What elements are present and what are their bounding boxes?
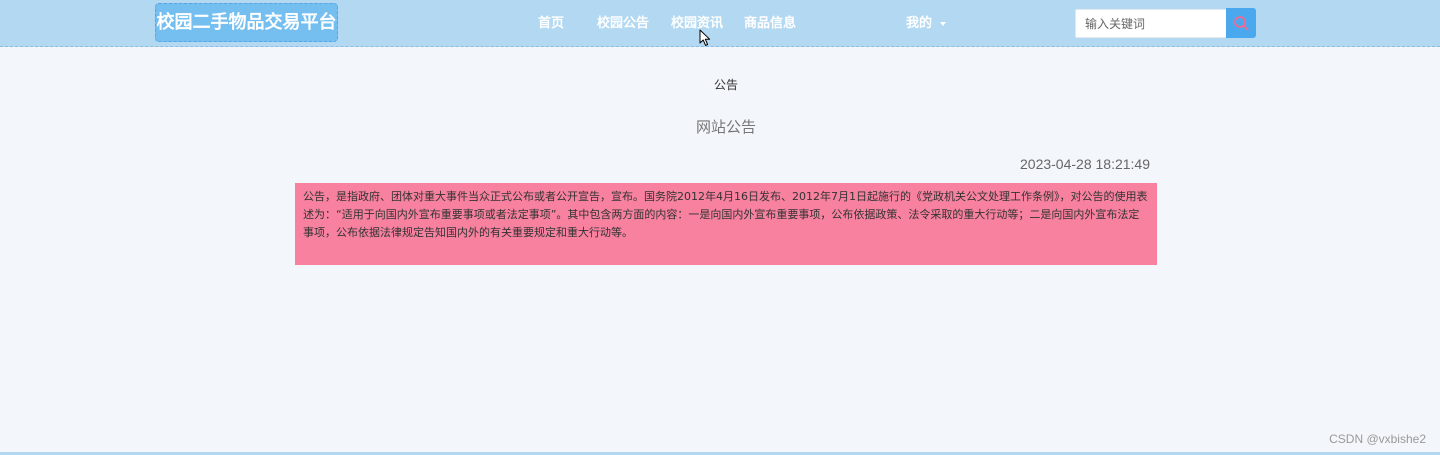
site-logo[interactable]: 校园二手物品交易平台 xyxy=(155,3,338,42)
nav-news[interactable]: 校园资讯 xyxy=(671,14,723,34)
top-navbar: 校园二手物品交易平台 首页 校园公告 校园资讯 商品信息 我的 xyxy=(0,0,1440,47)
mouse-pointer-icon xyxy=(699,29,711,46)
nav-mine-dropdown[interactable]: 我的 xyxy=(906,14,947,34)
nav-home[interactable]: 首页 xyxy=(538,14,564,34)
page-title: 网站公告 xyxy=(695,118,756,136)
page: 校园二手物品交易平台 首页 校园公告 校园资讯 商品信息 我的 公告 网站公告 … xyxy=(0,0,1440,455)
search-button[interactable] xyxy=(1226,8,1256,38)
notice-content: 公告，是指政府、团体对重大事件当众正式公布或者公开宣告，宣布。国务院2012年4… xyxy=(295,183,1157,265)
publish-time: 2023-04-28 18:21:49 xyxy=(1020,156,1150,172)
nav-goods[interactable]: 商品信息 xyxy=(744,14,796,34)
nav-notice[interactable]: 校园公告 xyxy=(597,14,649,34)
chevron-down-icon xyxy=(940,21,947,26)
nav-mine-label: 我的 xyxy=(906,16,933,31)
search-input[interactable] xyxy=(1075,9,1226,38)
breadcrumb: 公告 xyxy=(713,78,738,92)
watermark: CSDN @vxbishe2 xyxy=(1329,432,1426,446)
search-icon xyxy=(1234,16,1249,31)
